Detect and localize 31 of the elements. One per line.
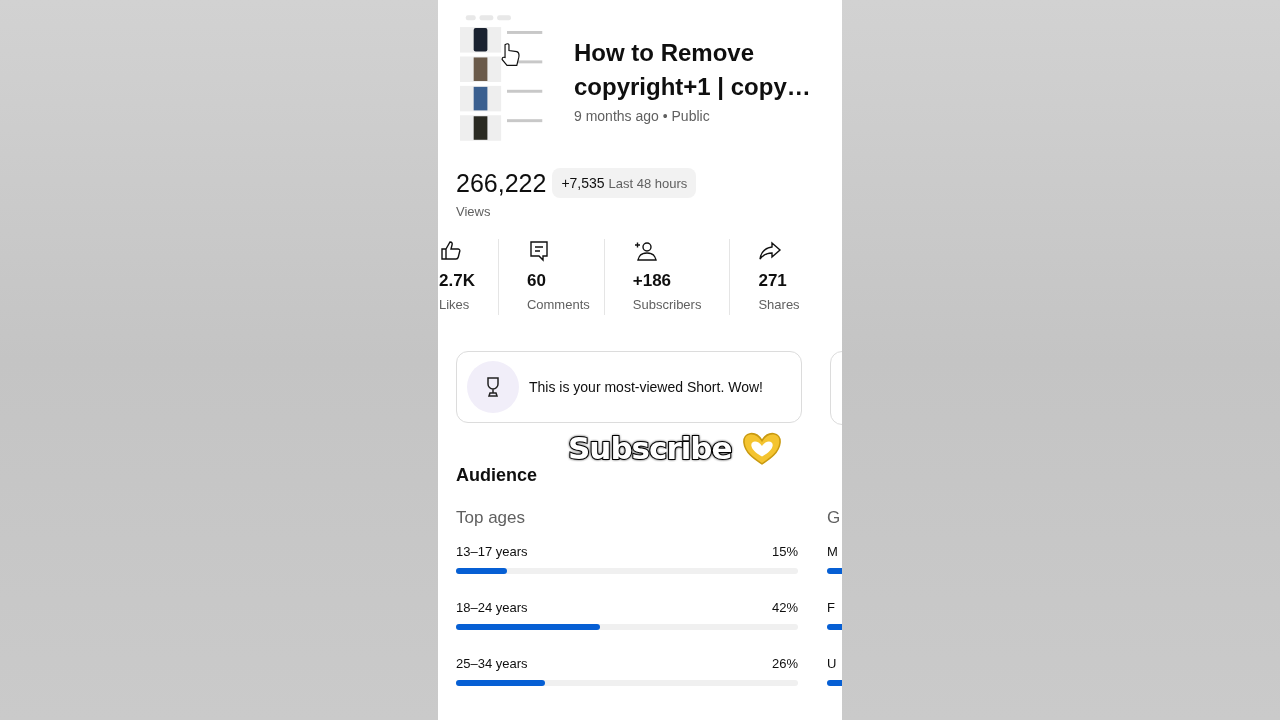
views-label: Views xyxy=(455,203,492,219)
trophy-icon xyxy=(467,361,519,413)
age-percent: 26% xyxy=(771,656,798,671)
age-percent: 15% xyxy=(771,544,798,559)
gender-label: F xyxy=(827,600,835,615)
age-percent: 42% xyxy=(771,600,798,615)
stat-label: Shares xyxy=(758,297,800,312)
stat-value: 2.7K xyxy=(439,271,475,291)
video-title-line: How to Remove xyxy=(574,38,756,68)
stat-label: Comments xyxy=(526,297,590,312)
gender-label: M xyxy=(827,544,838,559)
stat-label: Likes xyxy=(439,297,471,312)
add-person-icon xyxy=(632,239,657,263)
stat-value: 271 xyxy=(758,271,788,291)
subscribe-caption: Subscribe xyxy=(568,430,732,466)
video-meta: 9 months ago • Public xyxy=(574,108,711,124)
stat-value: +186 xyxy=(632,271,673,291)
subsection-title: G xyxy=(827,508,842,528)
age-label: 13–17 years xyxy=(456,544,528,559)
views-count: 266,222 xyxy=(456,168,547,198)
section-title: Audience xyxy=(456,465,539,486)
age-label: 18–24 years xyxy=(456,600,528,615)
gender-label: U xyxy=(827,656,837,671)
age-label: 25–34 years xyxy=(456,656,528,671)
video-title-line: copyright+1 | copy… xyxy=(574,72,811,102)
subsection-title: Top ages xyxy=(456,508,526,528)
stat-label: Subscribers xyxy=(632,297,702,312)
stat-value: 60 xyxy=(526,271,547,291)
views-delta-chip: +7,535 Last 48 hours xyxy=(552,168,697,198)
thumbs-up-icon xyxy=(439,239,463,263)
milestone-text: This is your most-viewed Short. Wow! xyxy=(529,379,763,395)
